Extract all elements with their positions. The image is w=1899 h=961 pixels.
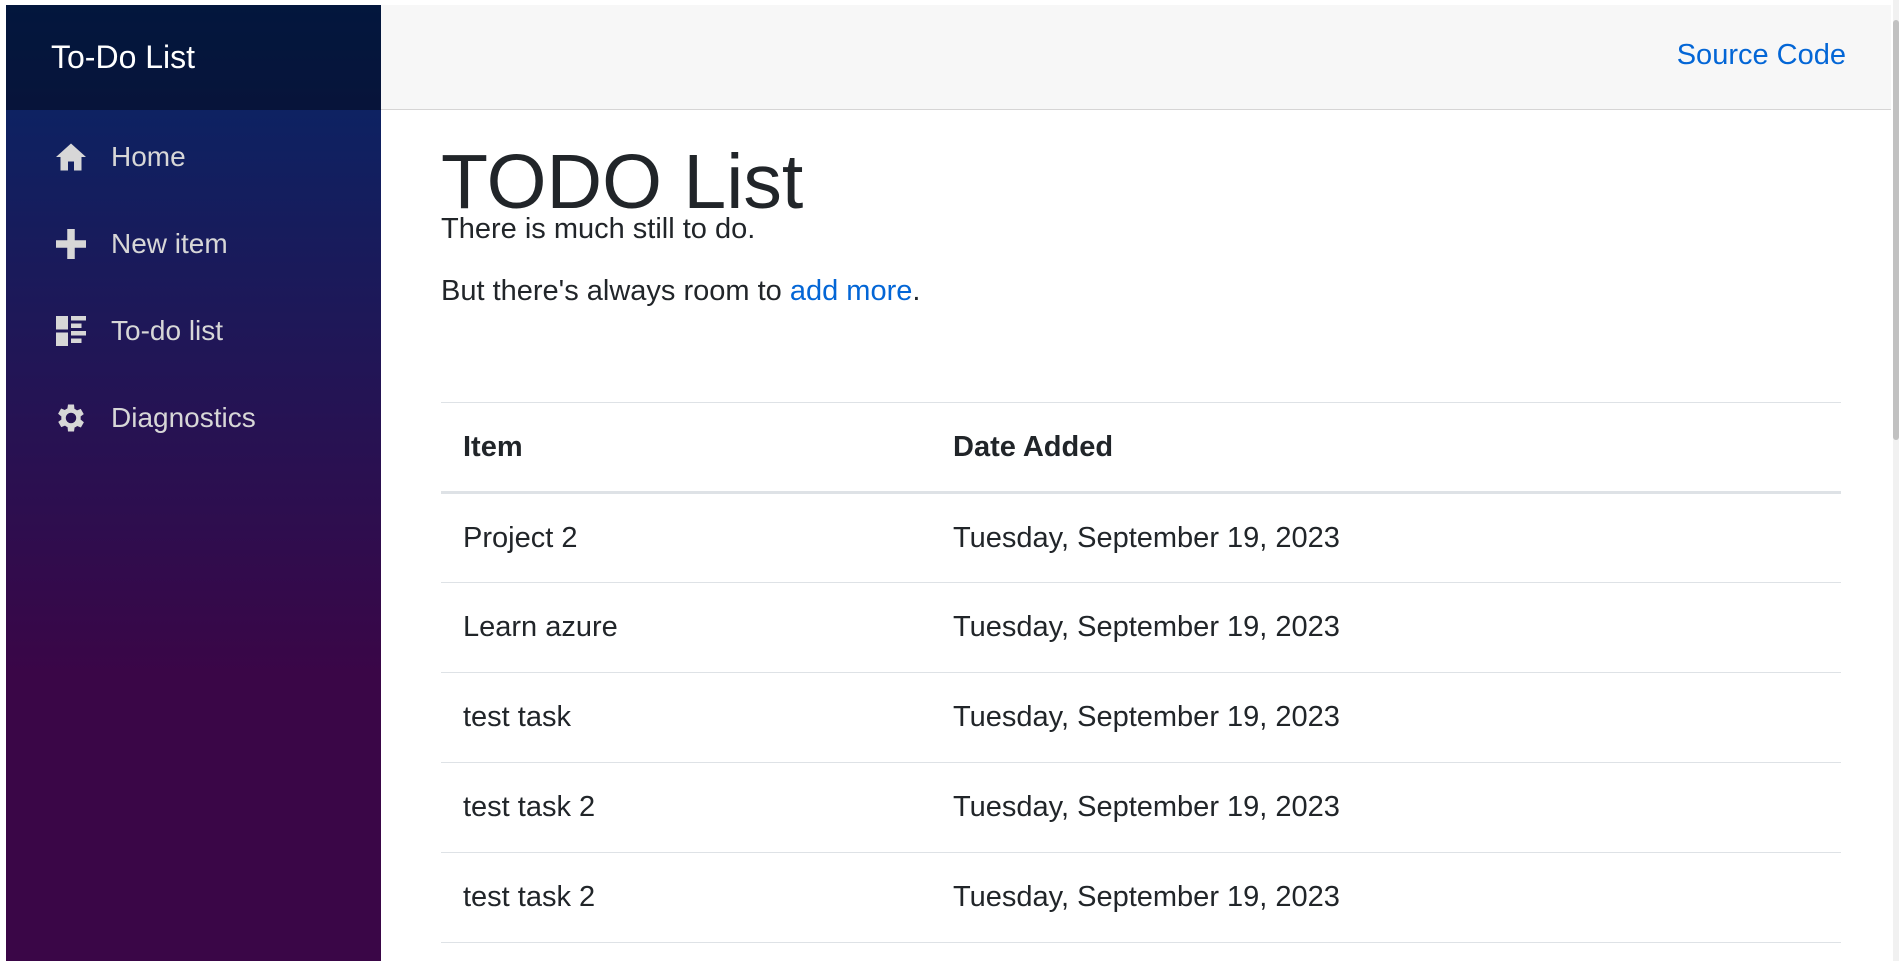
item-cell: test task 2: [441, 762, 931, 853]
column-header-item: Item: [441, 402, 931, 494]
sidebar-item-label: Home: [111, 141, 186, 172]
table-row: Project 2 Tuesday, September 19, 2023: [441, 492, 1841, 583]
item-cell: test task: [441, 672, 931, 763]
sidebar-item-label: New item: [111, 228, 228, 259]
home-icon: [51, 137, 91, 177]
date-cell: Tuesday, September 19, 2023: [931, 852, 1841, 943]
gear-icon: [51, 398, 91, 438]
scrollbar-thumb[interactable]: [1893, 20, 1899, 440]
date-cell: Tuesday, September 19, 2023: [931, 492, 1841, 583]
top-bar: Source Code: [381, 5, 1891, 110]
subtitle-text: There is much still to do.: [441, 213, 756, 245]
plus-icon: [51, 224, 91, 264]
sidebar-item-label: To-do list: [111, 315, 224, 346]
add-more-prefix: But there's always room to: [441, 275, 790, 307]
page-scrollbar[interactable]: [1893, 0, 1899, 961]
sidebar-item-label: Diagnostics: [111, 402, 256, 433]
add-more-link[interactable]: add more: [790, 275, 913, 307]
sidebar-item-todo-list[interactable]: To-do list: [51, 301, 351, 361]
todo-table: Item Date Added Project 2 Tuesday, Septe…: [441, 402, 1841, 943]
app-window: To-Do List Home New item To-do list Diag…: [6, 5, 1891, 961]
table-row: test task 2 Tuesday, September 19, 2023: [441, 762, 1841, 853]
sidebar: To-Do List Home New item To-do list Diag…: [6, 5, 381, 961]
sidebar-item-diagnostics[interactable]: Diagnostics: [51, 388, 351, 448]
date-cell: Tuesday, September 19, 2023: [931, 762, 1841, 853]
sidebar-item-home[interactable]: Home: [51, 127, 351, 187]
add-more-suffix: .: [912, 275, 921, 307]
item-cell: test task 2: [441, 852, 931, 943]
table-row: test task 2 Tuesday, September 19, 2023: [441, 852, 1841, 943]
item-cell: Learn azure: [441, 582, 931, 673]
source-code-link[interactable]: Source Code: [1677, 39, 1846, 72]
table-row: Learn azure Tuesday, September 19, 2023: [441, 582, 1841, 673]
date-cell: Tuesday, September 19, 2023: [931, 672, 1841, 763]
table-row: test task Tuesday, September 19, 2023: [441, 672, 1841, 763]
brand-title[interactable]: To-Do List: [51, 39, 195, 76]
page-title: TODO List: [441, 139, 804, 225]
item-cell: Project 2: [441, 492, 931, 583]
sidebar-item-new-item[interactable]: New item: [51, 214, 351, 274]
sidebar-brand[interactable]: To-Do List: [6, 5, 381, 110]
list-icon: [51, 311, 91, 351]
table-header-row: Item Date Added: [441, 402, 1841, 494]
date-cell: Tuesday, September 19, 2023: [931, 582, 1841, 673]
column-header-date-added: Date Added: [931, 402, 1841, 494]
add-more-paragraph: But there's always room to add more.: [441, 275, 920, 308]
